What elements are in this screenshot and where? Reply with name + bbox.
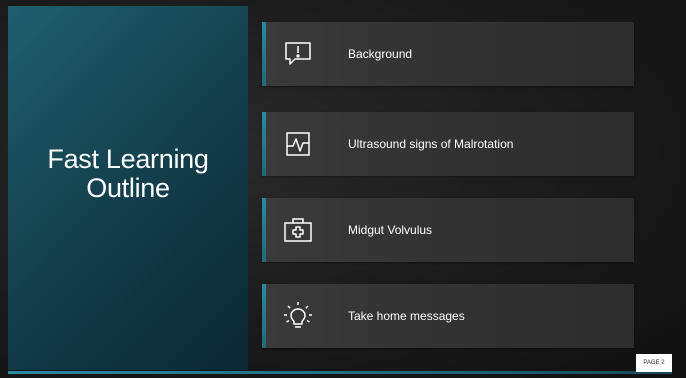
outline-item-background[interactable]: Background (262, 22, 634, 86)
card-accent-bar (262, 198, 266, 262)
outline-item-take-home-messages[interactable]: Take home messages (262, 284, 634, 348)
slide: Fast Learning Outline Background Ultraso… (0, 0, 686, 378)
outline-item-midgut-volvulus[interactable]: Midgut Volvulus (262, 198, 634, 262)
card-accent-bar (262, 112, 266, 176)
slide-title-line-2: Outline (86, 173, 170, 203)
speech-bubble-exclamation-icon (282, 38, 314, 70)
outline-item-label: Background (348, 47, 413, 61)
heart-rate-monitor-icon (282, 128, 314, 160)
slide-title: Fast Learning Outline (8, 145, 248, 203)
first-aid-kit-icon (282, 214, 314, 246)
card-accent-bar (262, 284, 266, 348)
page-number-badge: PAGE 2 (636, 354, 672, 372)
outline-item-label: Ultrasound signs of Malrotation (348, 137, 514, 151)
bottom-accent-bar (8, 371, 672, 374)
lightbulb-icon (282, 300, 314, 332)
outline-item-label: Take home messages (348, 309, 465, 323)
outline-item-label: Midgut Volvulus (348, 223, 433, 237)
card-accent-bar (262, 22, 266, 86)
outline-item-ultrasound-signs[interactable]: Ultrasound signs of Malrotation (262, 112, 634, 176)
slide-title-line-1: Fast Learning (47, 144, 209, 174)
